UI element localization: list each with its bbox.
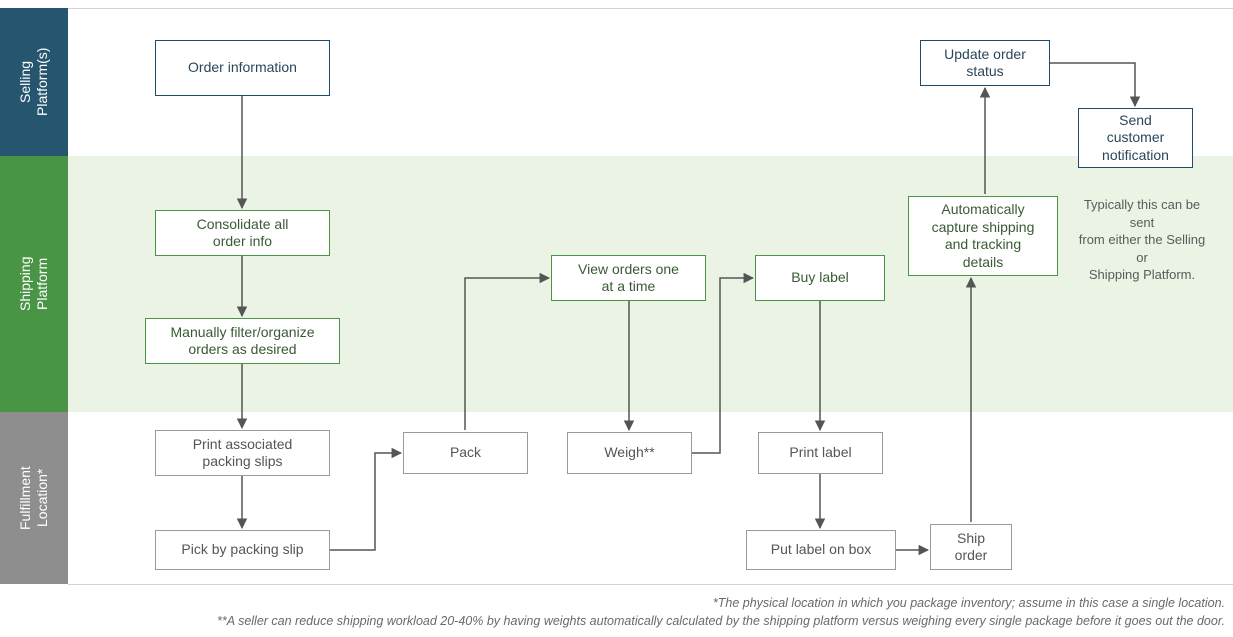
box-send-notification: Send customer notification [1078, 108, 1193, 168]
flow-diagram: Selling Platform(s) Shipping Platform Fu… [0, 0, 1233, 637]
top-rule [68, 8, 1233, 9]
box-pack: Pack [403, 432, 528, 474]
box-capture: Automatically capture shipping and track… [908, 196, 1058, 276]
box-consolidate: Consolidate all order info [155, 210, 330, 256]
lane-label-fulfillment: Fulfillment Location* [0, 412, 68, 584]
box-ship: Ship order [930, 524, 1012, 570]
note-send-notification: Typically this can be sent from either t… [1072, 196, 1212, 284]
box-update-status: Update order status [920, 40, 1050, 86]
footnote-a: *The physical location in which you pack… [5, 596, 1225, 610]
lane-label-shipping: Shipping Platform [0, 156, 68, 412]
box-weigh: Weigh** [567, 432, 692, 474]
footnote-b: **A seller can reduce shipping workload … [5, 614, 1225, 628]
box-print-slips: Print associated packing slips [155, 430, 330, 476]
bottom-rule [68, 584, 1233, 585]
box-order-info: Order information [155, 40, 330, 96]
box-print-label: Print label [758, 432, 883, 474]
box-put-label: Put label on box [746, 530, 896, 570]
box-pick: Pick by packing slip [155, 530, 330, 570]
box-buy-label: Buy label [755, 255, 885, 301]
box-view-orders: View orders one at a time [551, 255, 706, 301]
box-filter: Manually filter/organize orders as desir… [145, 318, 340, 364]
lane-label-selling: Selling Platform(s) [0, 8, 68, 156]
